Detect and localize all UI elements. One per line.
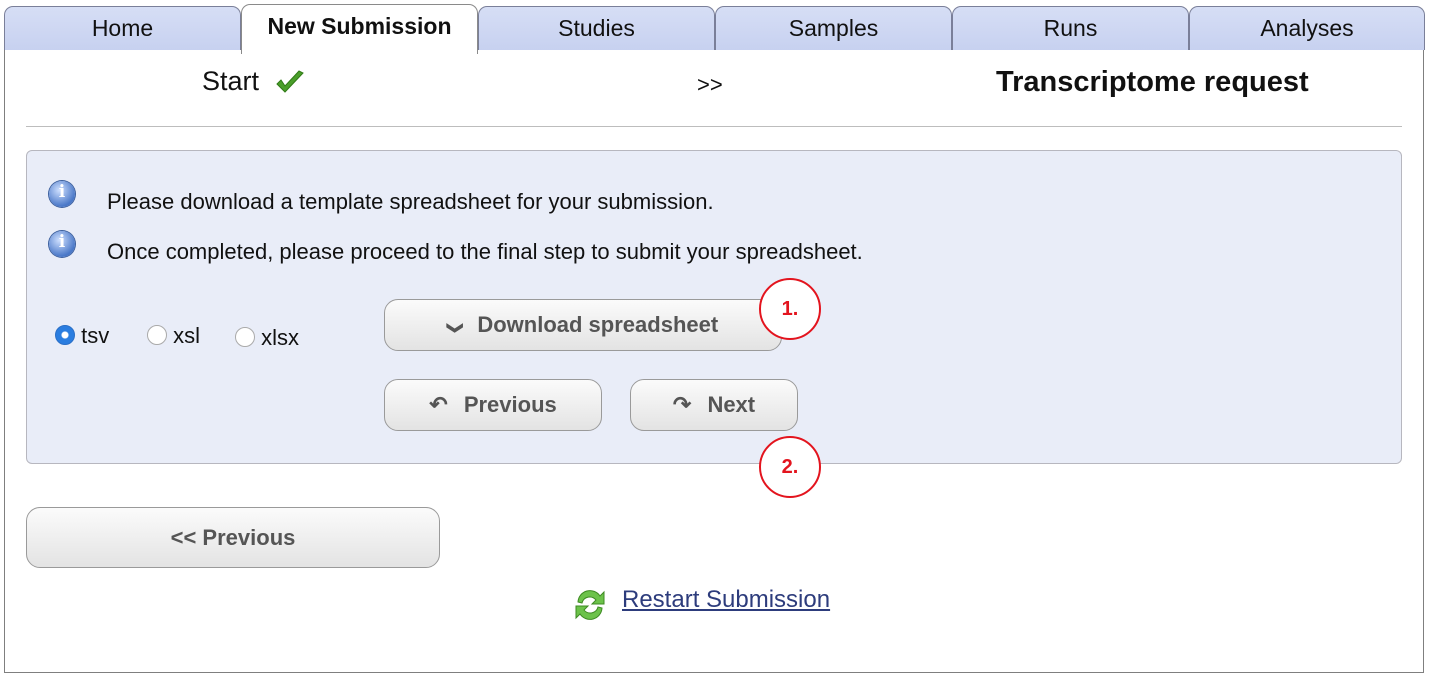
redo-arrow-icon: ↷: [672, 392, 692, 417]
radio-xsl[interactable]: xsl: [147, 323, 200, 349]
tab-home[interactable]: Home: [4, 6, 241, 50]
tab-bar: Home New Submission Studies Samples Runs…: [4, 4, 1425, 54]
radio-xlsx[interactable]: xlsx: [235, 325, 299, 351]
step-start: Start: [202, 66, 305, 97]
previous-button-label: Previous: [463, 392, 557, 417]
restart-submission-link[interactable]: Restart Submission: [622, 586, 830, 614]
info-icon: i: [49, 181, 75, 207]
chevron-down-icon: ❯: [446, 321, 464, 335]
radio-xsl-indicator[interactable]: [147, 325, 167, 345]
annotation-marker-2: 2.: [759, 436, 821, 498]
radio-tsv[interactable]: tsv: [55, 323, 109, 349]
info-icon: i: [49, 231, 75, 257]
tab-new-submission[interactable]: New Submission: [241, 4, 478, 54]
step-separator: >>: [697, 72, 723, 97]
annotation-marker-1: 1.: [759, 278, 821, 340]
tab-studies[interactable]: Studies: [478, 6, 715, 50]
download-spreadsheet-label: Download spreadsheet: [477, 312, 719, 337]
previous-button[interactable]: ↶ Previous: [384, 379, 602, 431]
refresh-icon[interactable]: [572, 584, 608, 624]
download-panel: i Please download a template spreadsheet…: [26, 150, 1402, 464]
check-icon: [275, 70, 304, 93]
divider: [26, 126, 1402, 127]
next-button-label: Next: [707, 392, 756, 417]
info-text-2: Once completed, please proceed to the fi…: [107, 239, 863, 264]
radio-tsv-label: tsv: [81, 323, 110, 348]
next-button[interactable]: ↷ Next: [630, 379, 798, 431]
radio-tsv-indicator[interactable]: [55, 325, 75, 345]
step-current: Transcriptome request: [996, 66, 1309, 98]
radio-xlsx-indicator[interactable]: [235, 327, 255, 347]
info-text-1: Please download a template spreadsheet f…: [107, 189, 714, 214]
radio-xlsx-label: xlsx: [261, 325, 300, 350]
footer-previous-button[interactable]: << Previous: [26, 507, 440, 568]
undo-arrow-icon: ↶: [429, 392, 448, 417]
tab-analyses[interactable]: Analyses: [1189, 6, 1425, 50]
radio-xsl-label: xsl: [173, 323, 201, 348]
tab-samples[interactable]: Samples: [715, 6, 952, 50]
tab-runs[interactable]: Runs: [952, 6, 1189, 50]
step-start-label: Start: [202, 66, 260, 96]
download-spreadsheet-button[interactable]: ❯ Download spreadsheet: [384, 299, 782, 351]
